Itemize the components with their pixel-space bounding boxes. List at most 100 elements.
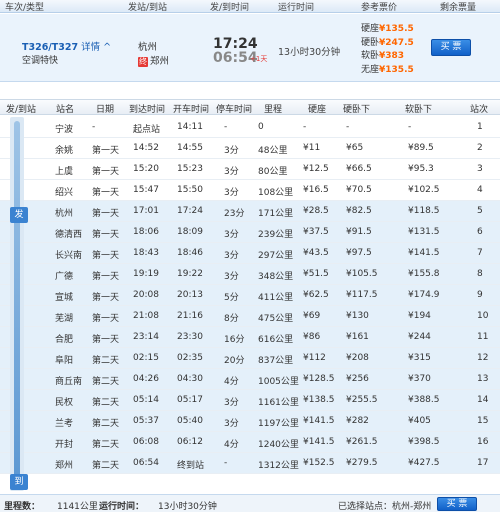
hard-seat-price: ¥62.5 — [303, 290, 329, 300]
stop-duration: 3分 — [224, 272, 239, 282]
runtime-label: 运行时间： — [99, 502, 145, 512]
mileage: 48公里 — [258, 146, 288, 156]
stop-duration: 3分 — [224, 230, 239, 240]
col-train-label: 车次/类型 — [5, 2, 45, 13]
table-row: 兰考 第二天 05:37 05:40 3分 1197公里 ¥141.5 ¥282 ¥405 15 — [0, 411, 500, 432]
arrive-marker: 到 — [10, 474, 28, 490]
soft-sleeper-price: ¥405 — [408, 416, 431, 426]
stop-duration: 3分 — [224, 188, 239, 198]
hard-sleeper-price: ¥66.5 — [346, 164, 372, 174]
station-name: 商丘南 — [55, 377, 83, 387]
stop-duration: 4分 — [224, 440, 239, 450]
depart-time: 14:55 — [177, 143, 203, 153]
depart-marker: 发 — [10, 207, 28, 223]
table-row: 芜湖 第一天 21:08 21:16 8分 475公里 ¥69 ¥130 ¥194 10 — [0, 306, 500, 327]
depart-time: 05:17 — [177, 395, 203, 405]
col-price-label: 参考票价 — [361, 2, 398, 13]
mileage: 475公里 — [258, 314, 294, 324]
hard-sleeper-price: ¥97.5 — [346, 248, 372, 258]
hard-seat-price: ¥141.5 — [303, 437, 335, 447]
station-name: 绍兴 — [55, 188, 74, 198]
arrive-time: 04:26 — [133, 374, 159, 384]
th-mileage: 里程 — [264, 105, 283, 115]
depart-time: 06:12 — [177, 437, 203, 447]
depart-time: 18:46 — [177, 248, 203, 258]
route-rail-bar — [14, 121, 20, 487]
table-row: 阜阳 第二天 02:15 02:35 20分 837公里 ¥112 ¥208 ¥315 12 — [0, 348, 500, 369]
table-row: 民权 第二天 05:14 05:17 3分 1161公里 ¥138.5 ¥255.5 ¥388.… — [0, 390, 500, 411]
mileage: 239公里 — [258, 230, 294, 240]
soft-sleeper-price: ¥131.5 — [408, 227, 440, 237]
th-no: 站次 — [470, 105, 489, 115]
station-name: 郑州 — [55, 461, 74, 471]
stop-day: 第二天 — [92, 440, 120, 450]
soft-sleeper-price: ¥89.5 — [408, 143, 434, 153]
hard-seat-price: ¥138.5 — [303, 395, 335, 405]
arrive-time: 15:47 — [133, 185, 159, 195]
stop-number: 17 — [477, 458, 489, 468]
hard-sleeper-price: ¥82.5 — [346, 206, 372, 216]
hard-seat-price: ¥43.5 — [303, 248, 329, 258]
soft-sleeper-price: ¥244 — [408, 332, 431, 342]
hard-sleeper-price: ¥70.5 — [346, 185, 372, 195]
station-name: 广德 — [55, 272, 74, 282]
station-name: 合肥 — [55, 335, 74, 345]
hard-seat-price: ¥112 — [303, 353, 326, 363]
hard-seat-price: ¥128.5 — [303, 374, 335, 384]
train-code-row[interactable]: T326/T327 详情 ^ — [22, 39, 111, 53]
stop-duration: 3分 — [224, 167, 239, 177]
stop-day: 第二天 — [92, 398, 120, 408]
hard-seat-price: ¥51.5 — [303, 269, 329, 279]
col-left-label: 剩余票量 — [440, 2, 477, 13]
column-header-bar: 车次/类型 发站/到站 发/到时间 运行时间 参考票价 剩余票量 — [0, 0, 500, 13]
summary-footer: 里程数： 1141公里 运行时间： 13小时30分钟 已选择站点：杭州-郑州 — [0, 494, 500, 512]
hard-seat-price: ¥11 — [303, 143, 321, 153]
mileage: 1312公里 — [258, 461, 299, 471]
stop-number: 9 — [477, 290, 483, 300]
details-link[interactable]: 详情 — [81, 42, 100, 53]
hard-seat-price: ¥69 — [303, 311, 321, 321]
runtime-value: 13小时30分钟 — [158, 502, 217, 512]
stop-duration: 4分 — [224, 377, 239, 387]
col-station-label: 发站/到站 — [128, 2, 168, 13]
depart-time: 15:50 — [177, 185, 203, 195]
mileage-label: 里程数： — [4, 502, 41, 512]
arrive-time: 21:08 — [133, 311, 159, 321]
footer-buy-button[interactable]: 买 票 — [437, 497, 477, 511]
hard-sleeper-price: ¥91.5 — [346, 227, 372, 237]
mileage: 1005公里 — [258, 377, 299, 387]
mileage: 108公里 — [258, 188, 294, 198]
mileage: 616公里 — [258, 335, 294, 345]
depart-time: 17:24 — [177, 206, 203, 216]
train-type: 空调特快 — [22, 56, 59, 66]
th-dep: 开车时间 — [173, 105, 210, 115]
stop-day: 第二天 — [92, 461, 120, 471]
th-stop: 停车时间 — [216, 105, 253, 115]
arrive-time: 20:08 — [133, 290, 159, 300]
soft-sleeper-price: ¥95.3 — [408, 164, 434, 174]
chevron-up-icon[interactable]: ^ — [100, 42, 111, 53]
soft-sleeper-price: ¥174.9 — [408, 290, 440, 300]
th-station: 站名 — [56, 105, 75, 115]
price-item: 硬座¥135.5 — [361, 24, 414, 34]
stop-day: 第二天 — [92, 419, 120, 429]
stop-number: 4 — [477, 185, 483, 195]
soft-sleeper-price: ¥118.5 — [408, 206, 440, 216]
soft-sleeper-price: ¥388.5 — [408, 395, 440, 405]
arrive-time: 05:37 — [133, 416, 159, 426]
stop-day: 第一天 — [92, 146, 120, 156]
stop-number: 3 — [477, 164, 483, 174]
train-code[interactable]: T326/T327 — [22, 42, 78, 53]
hard-seat-price: ¥152.5 — [303, 458, 335, 468]
selected-stations: 已选择站点：杭州-郑州 — [338, 502, 432, 512]
table-row: 杭州 第一天 17:01 17:24 23分 171公里 ¥28.5 ¥82.5 ¥118.5 5 — [0, 201, 500, 222]
station-name: 德清西 — [55, 230, 83, 240]
stop-day: 第一天 — [92, 335, 120, 345]
depart-time: 21:16 — [177, 311, 203, 321]
hard-sleeper-price: ¥105.5 — [346, 269, 378, 279]
price-list: 硬座¥135.5 硬卧¥247.5 软卧¥383 无座¥135.5 — [361, 23, 414, 77]
table-row: 商丘南 第二天 04:26 04:30 4分 1005公里 ¥128.5 ¥256 ¥370 13 — [0, 369, 500, 390]
buy-ticket-button[interactable]: 买 票 — [431, 39, 471, 56]
hard-seat-price: - — [303, 122, 307, 132]
stop-day: 第一天 — [92, 209, 120, 219]
